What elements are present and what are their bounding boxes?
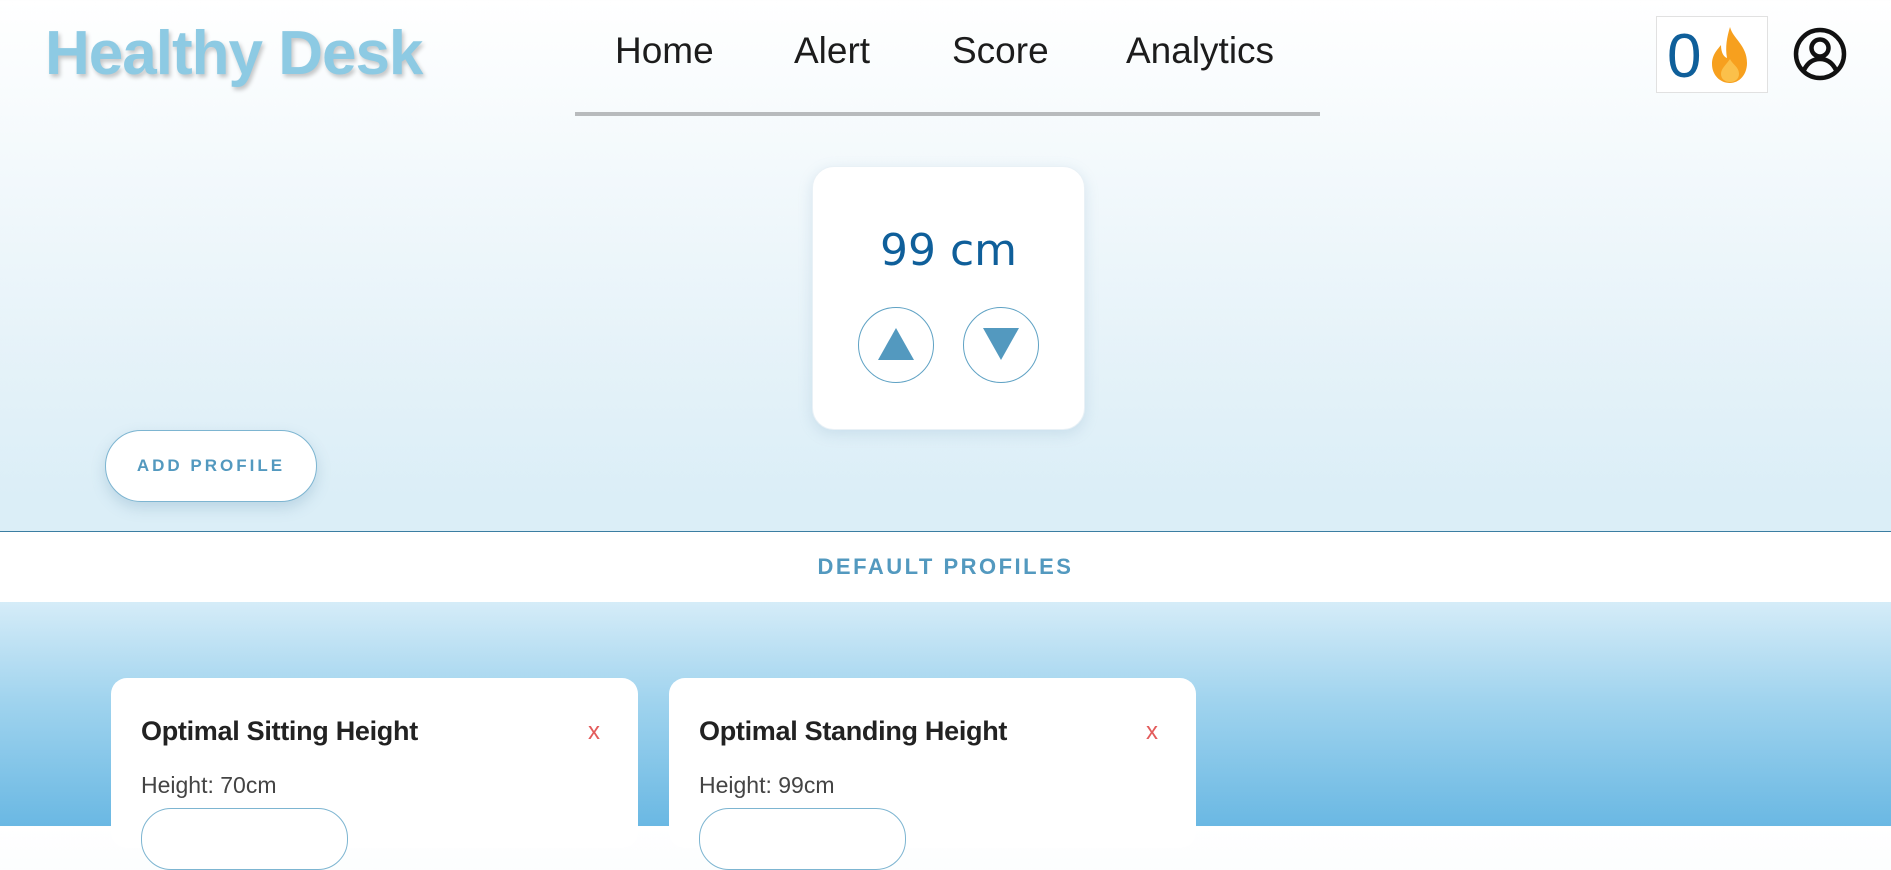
profile-name: Optimal Sitting Height <box>141 716 418 746</box>
nav-analytics[interactable]: Analytics <box>1126 30 1274 72</box>
app-logo[interactable]: Healthy Desk <box>45 18 423 89</box>
nav-score[interactable]: Score <box>952 30 1049 72</box>
delete-profile-button[interactable]: x <box>588 718 600 746</box>
raise-desk-button[interactable] <box>858 307 934 383</box>
lower-desk-button[interactable] <box>963 307 1039 383</box>
apply-profile-button[interactable] <box>141 808 348 870</box>
nav-home[interactable]: Home <box>615 30 714 72</box>
nav-alert[interactable]: Alert <box>794 30 870 72</box>
profile-height: Height: 99cm <box>699 772 835 798</box>
streak-counter: 0 <box>1656 16 1768 93</box>
top-bar: Healthy Desk Home Alert Score Analytics … <box>0 0 1891 120</box>
profile-height: Height: 70cm <box>141 772 277 798</box>
main-nav: Home Alert Score Analytics <box>575 0 1320 116</box>
delete-profile-button[interactable]: x <box>1146 718 1158 746</box>
flame-icon <box>1707 25 1753 90</box>
section-title: DEFAULT PROFILES <box>817 554 1074 579</box>
desk-height-control: 99 cm <box>812 166 1085 430</box>
current-height: 99 cm <box>879 225 1018 276</box>
apply-profile-button[interactable] <box>699 808 906 870</box>
streak-count: 0 <box>1667 22 1702 91</box>
profile-card-standing[interactable]: Optimal Standing Height x Height: 99cm <box>669 678 1196 870</box>
account-icon[interactable] <box>1793 27 1847 86</box>
profile-name: Optimal Standing Height <box>699 716 1008 746</box>
profile-card-sitting[interactable]: Optimal Sitting Height x Height: 70cm <box>111 678 638 870</box>
default-profiles-header: DEFAULT PROFILES <box>0 531 1891 603</box>
add-profile-button[interactable]: ADD PROFILE <box>105 430 317 502</box>
